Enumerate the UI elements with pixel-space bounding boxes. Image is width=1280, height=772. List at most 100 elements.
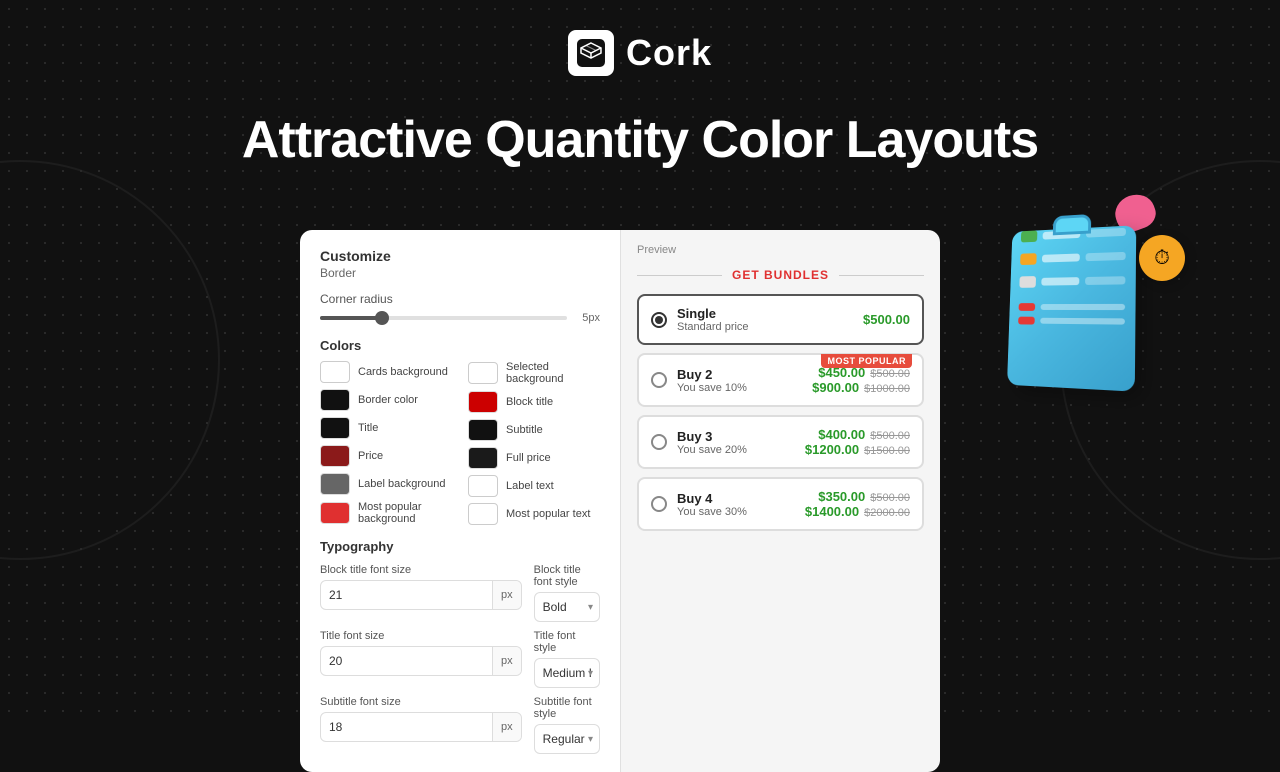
- bundle-info-single: Single Standard price: [677, 306, 853, 333]
- swatch-cards-bg[interactable]: [320, 361, 350, 383]
- block-title-font-size-field: Block title font size px: [320, 564, 522, 622]
- title-style-select-wrap: Bold Medium Italic Regular ▾: [534, 658, 600, 688]
- get-bundles-header: GET BUNDLES: [637, 266, 924, 284]
- price-row-buy3-bot: $1200.00 $1500.00: [805, 442, 910, 457]
- bundle-card-single[interactable]: Single Standard price $500.00: [637, 294, 924, 345]
- price-total-old-buy4: $2000.00: [864, 507, 910, 519]
- block-title-size-input[interactable]: [321, 588, 492, 602]
- bundle-prices-buy2: $450.00 $500.00 $900.00 $1000.00: [812, 365, 910, 395]
- subtitle-size-unit: px: [492, 713, 521, 741]
- bundle-title-buy4: Buy 4: [677, 491, 795, 506]
- color-row-cards-bg: Cards background: [320, 361, 452, 383]
- price-main-buy4: $350.00: [818, 489, 865, 504]
- corner-radius-slider-row: 5px: [320, 312, 600, 324]
- title-size-input[interactable]: [321, 654, 492, 668]
- block-title-style-label: Block title font style: [534, 564, 600, 588]
- color-row-label-text: Label text: [468, 475, 600, 497]
- title-size-input-row: px: [320, 646, 522, 676]
- swatch-subtitle[interactable]: [468, 419, 498, 441]
- subtitle-style-select[interactable]: Bold Medium Italic Regular: [535, 732, 599, 746]
- timer-icon: ⏱: [1139, 235, 1185, 281]
- radio-inner-single: [655, 316, 663, 324]
- subtitle-size-label: Subtitle font size: [320, 696, 522, 708]
- bundle-title-buy2: Buy 2: [677, 367, 802, 382]
- swatch-price[interactable]: [320, 445, 350, 467]
- block-title-font-style-field: Block title font style Bold Medium Itali…: [534, 564, 600, 622]
- header: Cork: [568, 30, 712, 76]
- slider-thumb[interactable]: [375, 311, 389, 325]
- swatch-popular-bg[interactable]: [320, 502, 350, 524]
- price-old-buy3: $500.00: [870, 430, 910, 442]
- bundle-subtitle-buy2: You save 10%: [677, 382, 802, 394]
- swatch-full-price[interactable]: [468, 447, 498, 469]
- label-cards-bg: Cards background: [358, 366, 448, 378]
- label-label-bg: Label background: [358, 478, 445, 490]
- price-main-buy3: $400.00: [818, 427, 865, 442]
- bundle-card-buy4[interactable]: Buy 4 You save 30% $350.00 $500.00 $1400…: [637, 477, 924, 531]
- price-total-buy2: $900.00: [812, 380, 859, 395]
- bundle-info-buy2: Buy 2 You save 10%: [677, 367, 802, 394]
- swatch-popular-text[interactable]: [468, 503, 498, 525]
- color-row-title: Title: [320, 417, 452, 439]
- radio-buy4[interactable]: [651, 496, 667, 512]
- label-price: Price: [358, 450, 383, 462]
- block-title-style-select[interactable]: Bold Medium Italic Regular: [535, 600, 599, 614]
- swatch-label-bg[interactable]: [320, 473, 350, 495]
- swatch-border[interactable]: [320, 389, 350, 411]
- price-single: $500.00: [863, 312, 910, 327]
- color-row-block-title: Block title: [468, 391, 600, 413]
- block-title-size-input-row: px: [320, 580, 522, 610]
- price-row-buy4-bot: $1400.00 $2000.00: [805, 504, 910, 519]
- color-row-border: Border color: [320, 389, 452, 411]
- typography-title: Typography: [320, 539, 600, 554]
- title-style-label: Title font style: [534, 630, 600, 654]
- page-title: Attractive Quantity Color Layouts: [0, 110, 1280, 170]
- radio-buy3[interactable]: [651, 434, 667, 450]
- radio-single[interactable]: [651, 312, 667, 328]
- color-row-selected-bg: Selected background: [468, 361, 600, 385]
- panel-title: Customize: [320, 248, 600, 264]
- title-size-unit: px: [492, 647, 521, 675]
- price-total-old-buy2: $1000.00: [864, 383, 910, 395]
- label-popular-bg: Most popular background: [358, 501, 452, 525]
- label-border: Border color: [358, 394, 418, 406]
- title-font-style-field: Title font style Bold Medium Italic Regu…: [534, 630, 600, 688]
- block-title-size-label: Block title font size: [320, 564, 522, 576]
- swatch-title[interactable]: [320, 417, 350, 439]
- bundle-card-buy3[interactable]: Buy 3 You save 20% $400.00 $500.00 $1200…: [637, 415, 924, 469]
- label-subtitle: Subtitle: [506, 424, 543, 436]
- logo-icon: [568, 30, 614, 76]
- bundle-title-single: Single: [677, 306, 853, 321]
- label-label-text: Label text: [506, 480, 554, 492]
- bundle-info-buy3: Buy 3 You save 20%: [677, 429, 795, 456]
- swatch-selected-bg[interactable]: [468, 362, 498, 384]
- slider-fill: [320, 316, 382, 320]
- illustration: ⏱: [1005, 215, 1165, 395]
- title-style-select[interactable]: Bold Medium Italic Regular: [535, 666, 599, 680]
- price-old-buy2: $500.00: [870, 368, 910, 380]
- bundle-prices-buy3: $400.00 $500.00 $1200.00 $1500.00: [805, 427, 910, 457]
- subtitle-font-size-field: Subtitle font size px: [320, 696, 522, 754]
- slider-value: 5px: [575, 312, 600, 324]
- label-title: Title: [358, 422, 378, 434]
- price-row-buy4-top: $350.00 $500.00: [805, 489, 910, 504]
- price-row-buy3-top: $400.00 $500.00: [805, 427, 910, 442]
- panel-subtitle: Border: [320, 266, 600, 280]
- radio-buy2[interactable]: [651, 372, 667, 388]
- color-row-popular-text: Most popular text: [468, 503, 600, 525]
- customize-panel: Customize Border Corner radius 5px Color…: [300, 230, 620, 772]
- subtitle-style-label: Subtitle font style: [534, 696, 600, 720]
- slider-track[interactable]: [320, 316, 567, 320]
- bundle-title-buy3: Buy 3: [677, 429, 795, 444]
- subtitle-font-style-field: Subtitle font style Bold Medium Italic R…: [534, 696, 600, 754]
- most-popular-badge: MOST POPULAR: [821, 354, 912, 368]
- subtitle-size-input[interactable]: [321, 720, 492, 734]
- swatch-block-title[interactable]: [468, 391, 498, 413]
- price-old-buy4: $500.00: [870, 492, 910, 504]
- bundle-card-buy2[interactable]: MOST POPULAR Buy 2 You save 10% $450.00 …: [637, 353, 924, 407]
- bundle-subtitle-buy4: You save 30%: [677, 506, 795, 518]
- price-row-buy2-bot: $900.00 $1000.00: [812, 380, 910, 395]
- color-grid: Cards background Border color Title Pric…: [320, 361, 600, 525]
- swatch-label-text[interactable]: [468, 475, 498, 497]
- label-selected-bg: Selected background: [506, 361, 600, 385]
